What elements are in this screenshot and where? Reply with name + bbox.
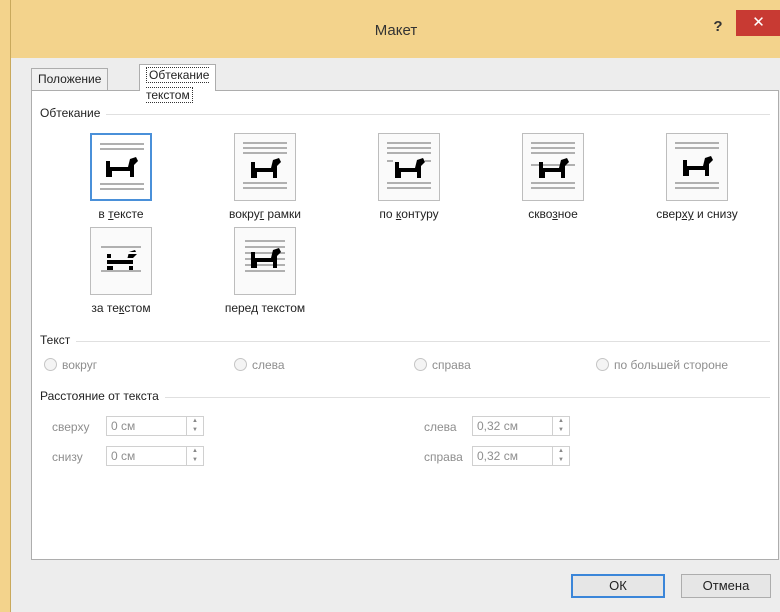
distance-top-label: сверху: [52, 420, 90, 434]
tab-panel: Обтекание в тексте вокруг рамки по конту…: [31, 90, 779, 560]
distance-group-title: Расстояние от текста: [40, 389, 165, 403]
radio-left-label: слева: [252, 357, 285, 372]
wrap-option-in-front-label: перед текстом: [224, 301, 306, 315]
inline-with-text-icon: [90, 133, 152, 201]
radio-largest-side-label: по большей стороне: [614, 357, 729, 372]
distance-bottom-spinner[interactable]: 0 см ▲ ▼: [106, 446, 204, 466]
radio-around-label: вокруг: [62, 357, 98, 372]
text-group-title: Текст: [40, 333, 77, 347]
close-button[interactable]: ✕: [736, 10, 780, 36]
help-button[interactable]: ?: [706, 16, 730, 38]
radio-largest-side[interactable]: по большей стороне: [596, 357, 728, 372]
distance-right-arrows: ▲ ▼: [552, 447, 569, 465]
wrap-option-square[interactable]: вокруг рамки: [200, 133, 330, 221]
distance-left-up-icon[interactable]: ▲: [553, 417, 569, 426]
radio-around[interactable]: вокруг: [44, 357, 97, 372]
wrap-option-behind[interactable]: за текстом: [56, 227, 186, 315]
text-group-line: [40, 341, 770, 342]
distance-bottom-up-icon[interactable]: ▲: [187, 447, 203, 456]
distance-bottom-down-icon[interactable]: ▼: [187, 456, 203, 465]
top-bottom-wrap-icon: [666, 133, 728, 201]
cancel-button[interactable]: Отмена: [681, 574, 771, 598]
ok-button[interactable]: ОК: [571, 574, 665, 598]
distance-left-value: 0,32 см: [477, 419, 518, 433]
wrapping-group-line: [40, 114, 770, 115]
dialog-title: Макет: [374, 22, 418, 39]
behind-text-icon: [90, 227, 152, 295]
distance-left-label: слева: [424, 420, 457, 434]
tab-position[interactable]: Положение: [31, 68, 109, 90]
distance-right-label: справа: [424, 450, 463, 464]
title-bar: Макет ? ✕: [11, 0, 780, 58]
distance-top-spinner[interactable]: 0 см ▲ ▼: [106, 416, 204, 436]
distance-left-spinner[interactable]: 0,32 см ▲ ▼: [472, 416, 570, 436]
tab-position-label: Положение: [38, 72, 102, 86]
wrap-option-behind-label: за текстом: [91, 301, 151, 315]
in-front-of-text-icon: [234, 227, 296, 295]
distance-top-arrows: ▲ ▼: [186, 417, 203, 435]
wrap-option-in-front[interactable]: перед текстом: [200, 227, 330, 315]
distance-top-up-icon[interactable]: ▲: [187, 417, 203, 426]
distance-left-down-icon[interactable]: ▼: [553, 426, 569, 435]
layout-dialog: Макет ? ✕ Положение Обтекание текстом Об…: [10, 0, 780, 612]
distance-right-down-icon[interactable]: ▼: [553, 456, 569, 465]
radio-right-circle: [414, 358, 427, 372]
tight-wrap-icon: [378, 133, 440, 201]
distance-top-down-icon[interactable]: ▼: [187, 426, 203, 435]
wrap-option-square-label: вокруг рамки: [229, 207, 301, 221]
distance-right-spinner[interactable]: 0,32 см ▲ ▼: [472, 446, 570, 466]
radio-largest-side-circle: [596, 358, 609, 372]
distance-right-up-icon[interactable]: ▲: [553, 447, 569, 456]
wrap-option-tight-label: по контуру: [379, 207, 439, 221]
distance-left-arrows: ▲ ▼: [552, 417, 569, 435]
wrap-option-top-bottom[interactable]: сверху и снизу: [632, 133, 762, 221]
tab-text-wrapping[interactable]: Обтекание текстом: [139, 64, 217, 103]
radio-left[interactable]: слева: [234, 357, 285, 372]
wrap-option-top-bottom-label: сверху и снизу: [656, 207, 738, 221]
distance-bottom-value: 0 см: [111, 449, 136, 463]
wrap-option-through-label: сквозное: [528, 207, 578, 221]
wrapping-group-title: Обтекание: [40, 106, 107, 120]
wrap-option-inline-label: в тексте: [98, 207, 144, 221]
radio-right[interactable]: справа: [414, 357, 471, 372]
distance-bottom-label: снизу: [52, 450, 83, 464]
radio-right-label: справа: [432, 357, 471, 372]
through-wrap-icon: [522, 133, 584, 201]
wrap-option-tight[interactable]: по контуру: [344, 133, 474, 221]
square-wrap-icon: [234, 133, 296, 201]
radio-left-circle: [234, 358, 247, 372]
radio-around-circle: [44, 358, 57, 372]
distance-right-value: 0,32 см: [477, 449, 518, 463]
wrap-option-through[interactable]: сквозное: [488, 133, 618, 221]
distance-bottom-arrows: ▲ ▼: [186, 447, 203, 465]
wrap-option-inline[interactable]: в тексте: [56, 133, 186, 221]
distance-top-value: 0 см: [111, 419, 136, 433]
